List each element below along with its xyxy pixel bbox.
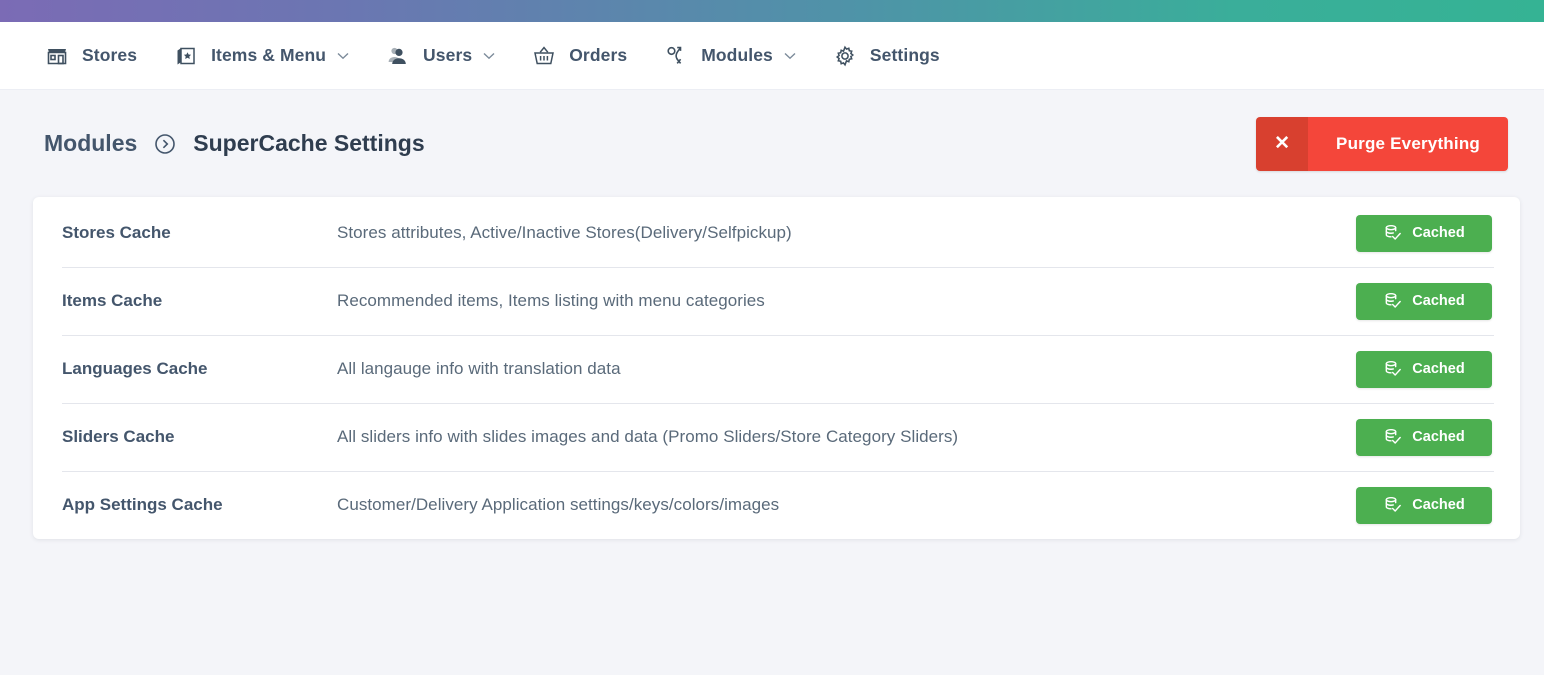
nav-item-users[interactable]: Users: [385, 22, 495, 90]
chevron-down-icon[interactable]: [784, 50, 796, 62]
cache-row-name: Items Cache: [62, 291, 163, 310]
cache-status-label: Cached: [1412, 429, 1465, 445]
nav-label-items-menu: Items & Menu: [211, 45, 327, 65]
cache-status-button[interactable]: Cached: [1356, 418, 1492, 456]
chevron-down-icon[interactable]: [483, 50, 495, 62]
purge-everything-button[interactable]: ✕ Purge Everything: [1256, 116, 1508, 171]
database-check-icon: [1383, 427, 1403, 447]
circle-chevron-right-icon: [153, 132, 177, 156]
breadcrumb-root[interactable]: Modules: [44, 130, 137, 157]
nav-item-orders[interactable]: Orders: [531, 22, 627, 90]
breadcrumb: Modules SuperCache Settings: [44, 130, 425, 157]
cache-row-description: All langauge info with translation data: [337, 359, 621, 378]
page-title: SuperCache Settings: [193, 130, 425, 156]
chevron-down-icon[interactable]: [337, 50, 349, 62]
cache-row-description: Customer/Delivery Application settings/k…: [337, 495, 780, 514]
cache-status-button[interactable]: Cached: [1356, 350, 1492, 388]
database-check-icon: [1383, 291, 1403, 311]
nav-label-modules: Modules: [701, 45, 773, 65]
cache-row-name: Sliders Cache: [62, 427, 175, 446]
storefront-icon: [44, 43, 70, 69]
cache-status-button[interactable]: Cached: [1356, 214, 1492, 252]
page-header: Modules SuperCache Settings ✕ Purge Ever…: [0, 90, 1544, 197]
database-check-icon: [1383, 495, 1403, 515]
cache-status-button[interactable]: Cached: [1356, 282, 1492, 320]
cache-row-app-settings: App Settings Cache Customer/Delivery App…: [33, 471, 1520, 539]
cache-status-button[interactable]: Cached: [1356, 486, 1492, 524]
top-gradient-bar: [0, 0, 1544, 22]
cache-row-description: Recommended items, Items listing with me…: [337, 291, 765, 310]
cache-status-label: Cached: [1412, 293, 1465, 309]
purge-everything-label: Purge Everything: [1308, 116, 1508, 171]
cache-status-label: Cached: [1412, 225, 1465, 241]
cache-row-sliders: Sliders Cache All sliders info with slid…: [33, 403, 1520, 471]
cache-row-name: App Settings Cache: [62, 495, 223, 514]
cache-status-label: Cached: [1412, 361, 1465, 377]
nav-label-stores: Stores: [82, 45, 138, 65]
cache-status-label: Cached: [1412, 497, 1465, 513]
cache-settings-card: Stores Cache Stores attributes, Active/I…: [33, 197, 1520, 539]
nav-item-modules[interactable]: Modules: [663, 22, 796, 90]
nav-item-stores[interactable]: Stores: [44, 22, 137, 90]
nav-label-users: Users: [423, 45, 473, 65]
nav-label-settings: Settings: [869, 45, 940, 65]
cache-row-name: Stores Cache: [62, 223, 171, 242]
basket-icon: [531, 43, 557, 69]
cache-row-description: All sliders info with slides images and …: [337, 427, 959, 446]
cards-star-icon: [173, 43, 199, 69]
users-icon: [385, 43, 411, 69]
nav-item-settings[interactable]: Settings: [832, 22, 940, 90]
cache-row-stores: Stores Cache Stores attributes, Active/I…: [33, 199, 1520, 267]
cache-row-items: Items Cache Recommended items, Items lis…: [33, 267, 1520, 335]
cache-row-languages: Languages Cache All langauge info with t…: [33, 335, 1520, 403]
close-x-icon: ✕: [1256, 116, 1309, 171]
nav-item-items-menu[interactable]: Items & Menu: [173, 22, 349, 90]
gear-icon: [832, 43, 858, 69]
nav-label-orders: Orders: [569, 45, 628, 65]
database-check-icon: [1383, 223, 1403, 243]
cache-row-description: Stores attributes, Active/Inactive Store…: [337, 223, 792, 242]
database-check-icon: [1383, 359, 1403, 379]
modules-icon: [663, 43, 689, 69]
cache-row-name: Languages Cache: [62, 359, 208, 378]
main-navbar: Stores Items & Menu Users Orders Modules…: [0, 22, 1544, 90]
